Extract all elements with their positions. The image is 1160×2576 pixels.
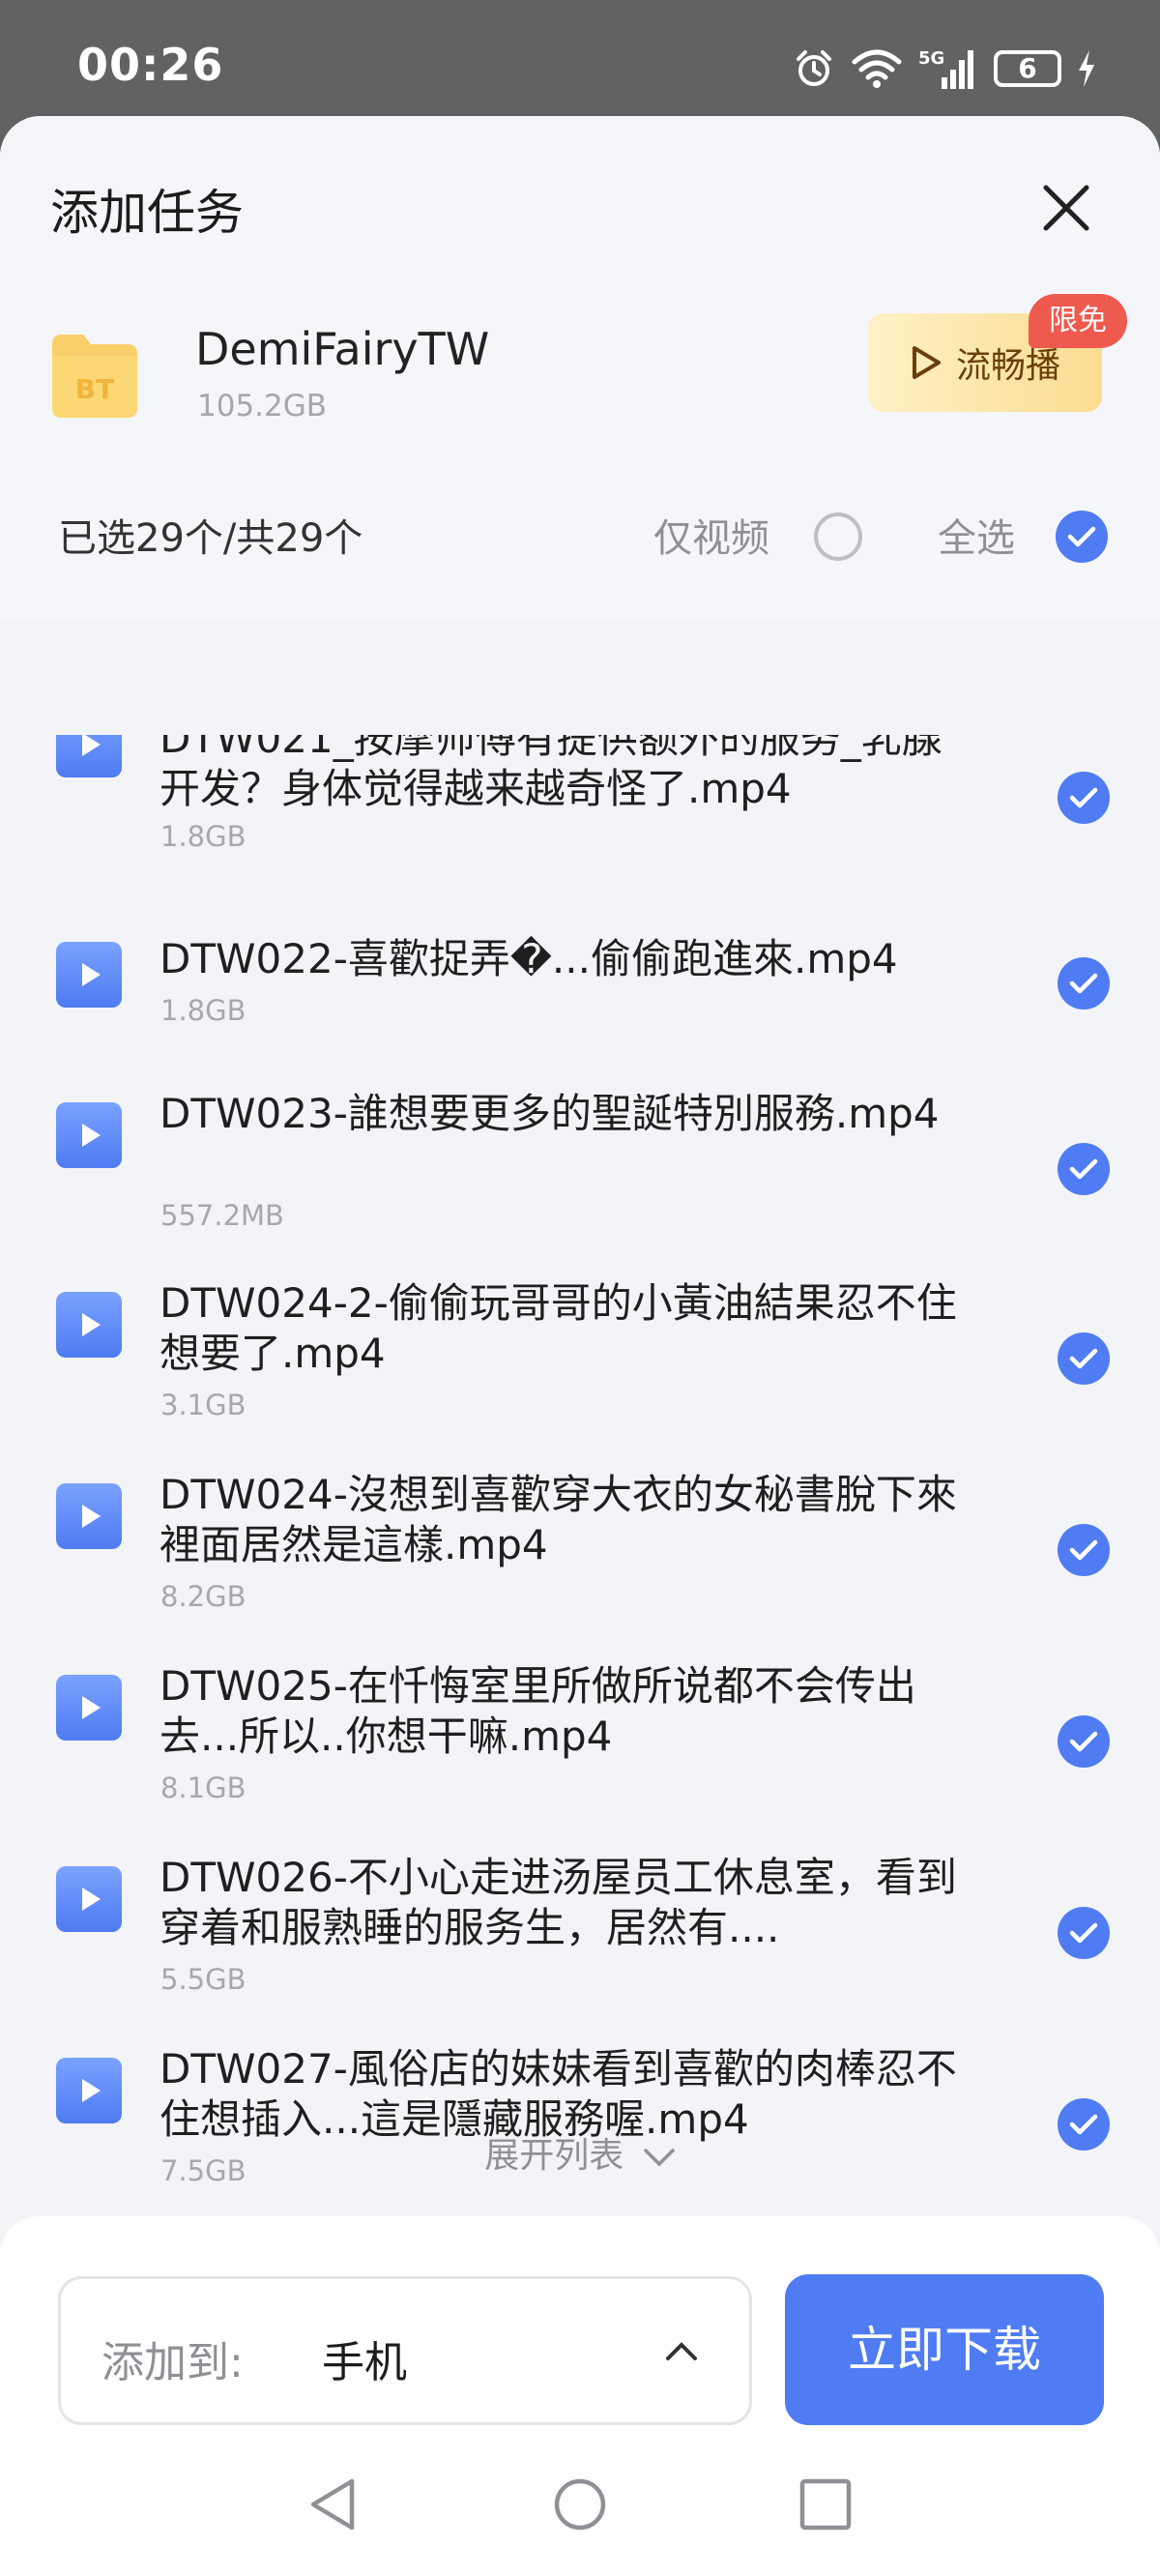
file-row[interactable]: DTW026-不小心走进汤屋员工休息室，看到穿着和服熟睡的服务生，居然有....… [0,1847,1160,2036]
chevron-down-icon [643,2149,675,2167]
network-type: 5G [918,48,944,69]
expand-list-label: 展开列表 [484,2136,624,2176]
file-checkbox[interactable] [1058,1332,1110,1385]
check-icon [1067,526,1096,547]
nav-home-icon[interactable] [551,2475,609,2533]
check-icon [1069,1158,1098,1180]
video-file-icon [56,2058,122,2123]
check-icon [1069,787,1098,808]
file-checkbox[interactable] [1058,1715,1110,1768]
check-icon [1069,973,1098,994]
file-checkbox[interactable] [1058,957,1110,1010]
check-icon [1069,1922,1098,1944]
file-name: DTW021_按摩师傅有提供额外的服务_乳腺开发？身体觉得越来越奇怪了.mp4 [160,735,942,812]
file-checkbox[interactable] [1058,1524,1110,1576]
video-file-icon [56,942,122,1008]
wifi-icon [852,49,902,88]
file-name: DTW025-在忏悔室里所做所说都不会传出去...所以..你想干嘛.mp4 [160,1662,916,1760]
destination-selector[interactable]: 添加到: 手机 [58,2276,752,2425]
battery-level: 6 [1018,52,1037,84]
sheet-header: 添加任务 BT DemiFairyTW 105.2GB 流畅播 限免 已选29个… [0,116,1160,619]
file-row[interactable]: DTW024-沒想到喜歡穿大衣的女秘書脫下來裡面居然是這樣.mp4 8.2GB [0,1466,1160,1655]
nav-back-icon[interactable] [305,2475,360,2533]
check-icon [1069,1731,1098,1752]
torrent-size: 105.2GB [197,389,328,424]
file-row[interactable]: DTW021_按摩师傅有提供额外的服务_乳腺开发？身体觉得越来越奇怪了.mp4 … [0,735,1160,919]
file-name: DTW024-2-偷偷玩哥哥的小黃油結果忍不住想要了.mp4 [160,1279,957,1377]
file-size: 3.1GB [160,1389,246,1421]
file-row[interactable]: DTW024-2-偷偷玩哥哥的小黃油結果忍不住想要了.mp4 3.1GB [0,1274,1160,1464]
charging-icon [1079,50,1094,87]
select-all-checkbox[interactable] [1056,511,1108,563]
file-size: 557.2MB [160,1199,284,1232]
download-now-button[interactable]: 立即下载 [785,2274,1104,2425]
file-row[interactable]: DTW023-誰想要更多的聖誕特別服務.mp4 557.2MB [0,1083,1160,1273]
play-outline-icon [912,346,941,379]
bt-label: BT [75,373,114,405]
destination-value: 手机 [322,2338,407,2387]
video-file-icon [56,1675,122,1741]
video-file-icon [56,1866,122,1932]
video-file-icon [56,1483,122,1549]
chevron-up-icon [666,2342,697,2360]
file-checkbox[interactable] [1058,1143,1110,1195]
file-name: DTW023-誰想要更多的聖誕特別服務.mp4 [160,1090,940,1137]
file-size: 8.1GB [160,1771,246,1804]
file-name: DTW024-沒想到喜歡穿大衣的女秘書脫下來裡面居然是這樣.mp4 [160,1471,957,1568]
bt-folder-icon: BT [52,335,137,418]
file-checkbox[interactable] [1058,1907,1110,1959]
check-icon [1069,1348,1098,1369]
video-file-icon [56,735,122,777]
video-only-radio[interactable] [814,512,862,561]
video-file-icon [56,1292,122,1358]
select-all-label[interactable]: 全选 [938,507,1015,563]
battery-icon: 6 [994,50,1061,87]
file-name: DTW026-不小心走进汤屋员工休息室，看到穿着和服熟睡的服务生，居然有.... [160,1854,957,1951]
selection-count: 已选29个/共29个 [58,516,363,561]
add-task-sheet: 添加任务 BT DemiFairyTW 105.2GB 流畅播 限免 已选29个… [0,116,1160,2576]
system-nav-bar [0,2475,1160,2553]
file-name: DTW022-喜歡捉弄�...偷偷跑進來.mp4 [160,935,898,982]
file-size: 1.8GB [160,820,246,853]
expand-list-button[interactable]: 展开列表 [0,2127,1160,2178]
file-row[interactable]: DTW025-在忏悔室里所做所说都不会传出去...所以..你想干嘛.mp4 8.… [0,1657,1160,1847]
close-icon[interactable] [1034,176,1098,240]
file-size: 1.8GB [160,994,246,1027]
alarm-icon [797,50,831,86]
video-file-icon [56,1102,122,1168]
file-list: DTW021_按摩师傅有提供额外的服务_乳腺开发？身体觉得越来越奇怪了.mp4 … [0,735,1160,2340]
file-size: 8.2GB [160,1580,246,1613]
status-time: 00:26 [77,39,224,91]
file-size: 5.5GB [160,1963,246,1996]
status-icons: 5G 6 [793,44,1096,93]
cellular-5g-icon: 5G [918,48,973,89]
check-icon [1069,1539,1098,1561]
destination-label: 添加到: [102,2338,244,2387]
nav-recents-icon[interactable] [798,2477,853,2532]
dialog-title: 添加任务 [50,185,244,241]
video-only-label[interactable]: 仅视频 [653,507,769,563]
file-checkbox[interactable] [1058,772,1110,824]
torrent-name: DemiFairyTW [195,323,490,375]
free-limited-badge: 限免 [1029,294,1127,348]
status-bar: 00:26 5G 6 [0,0,1160,121]
